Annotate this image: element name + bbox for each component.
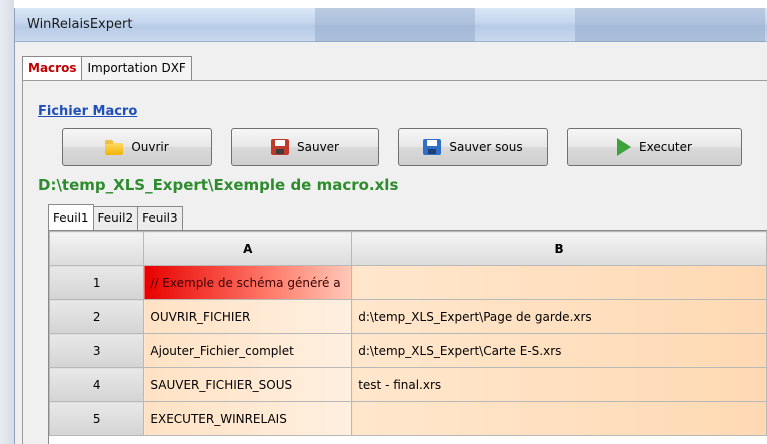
table-row: 5 EXECUTER_WINRELAIS [49, 401, 767, 436]
save-button-label: Sauver [297, 140, 339, 154]
tab-feuil1[interactable]: Feuil1 [48, 204, 94, 230]
fichier-macro-link[interactable]: Fichier Macro [38, 104, 137, 119]
cell-b[interactable]: d:\temp_XLS_Expert\Carte E-S.xrs [351, 333, 767, 368]
cell-b[interactable]: test - final.xrs [351, 367, 767, 402]
open-button[interactable]: Ouvrir [62, 128, 212, 166]
table-row: 3 Ajouter_Fichier_complet d:\temp_XLS_Ex… [49, 333, 767, 368]
header-row: A B [49, 231, 767, 266]
spreadsheet-grid: A B 1 // Exemple de schéma généré a 2 OU… [48, 230, 767, 444]
tab-feuil3[interactable]: Feuil3 [138, 206, 183, 230]
folder-icon [105, 139, 124, 155]
cell-b[interactable]: d:\temp_XLS_Expert\Page de garde.xrs [351, 299, 767, 334]
save-button[interactable]: Sauver [231, 128, 379, 166]
corner-cell[interactable] [49, 231, 145, 266]
macro-file-path: D:\temp_XLS_Expert\Exemple de macro.xls [38, 176, 399, 194]
table-row: 4 SAUVER_FICHIER_SOUS test - final.xrs [49, 367, 767, 402]
tab-feuil2[interactable]: Feuil2 [93, 206, 139, 230]
execute-button[interactable]: Executer [567, 128, 742, 166]
play-icon [617, 138, 632, 156]
title-bar-glass [315, 8, 475, 42]
cell-a[interactable]: OUVRIR_FICHIER [143, 299, 353, 334]
cell-a[interactable]: Ajouter_Fichier_complet [143, 333, 353, 368]
column-header-b[interactable]: B [351, 231, 767, 266]
title-bar-glass [575, 8, 765, 42]
sheet-tabs: Feuil1 Feuil2 Feuil3 [48, 204, 183, 230]
window-title: WinRelaisExpert [27, 17, 133, 32]
table-row: 1 // Exemple de schéma généré a [49, 265, 767, 300]
open-button-label: Ouvrir [131, 140, 169, 154]
cell-b[interactable] [351, 265, 767, 300]
save-icon [271, 139, 289, 155]
desktop-edge [0, 0, 14, 444]
row-header[interactable]: 5 [49, 401, 145, 436]
grid-table: A B 1 // Exemple de schéma généré a 2 OU… [49, 231, 767, 436]
save-as-button[interactable]: Sauver sous [398, 128, 548, 166]
main-tabs: Macros Importation DXF [22, 56, 192, 80]
save-as-icon [423, 139, 442, 155]
row-header[interactable]: 3 [49, 333, 145, 368]
tab-macros[interactable]: Macros [22, 56, 83, 80]
execute-button-label: Executer [639, 140, 692, 154]
row-header[interactable]: 2 [49, 299, 145, 334]
row-header[interactable]: 4 [49, 367, 145, 402]
cell-a[interactable]: SAUVER_FICHIER_SOUS [143, 367, 353, 402]
table-row: 2 OUVRIR_FICHIER d:\temp_XLS_Expert\Page… [49, 299, 767, 334]
cell-b[interactable] [351, 401, 767, 436]
cell-a[interactable]: EXECUTER_WINRELAIS [143, 401, 353, 436]
title-bar[interactable]: WinRelaisExpert [15, 8, 767, 42]
column-header-a[interactable]: A [143, 231, 353, 266]
save-as-button-label: Sauver sous [449, 140, 523, 154]
cell-a[interactable]: // Exemple de schéma généré a [143, 265, 353, 300]
tab-importation-dxf[interactable]: Importation DXF [82, 56, 192, 80]
row-header[interactable]: 1 [49, 265, 145, 300]
